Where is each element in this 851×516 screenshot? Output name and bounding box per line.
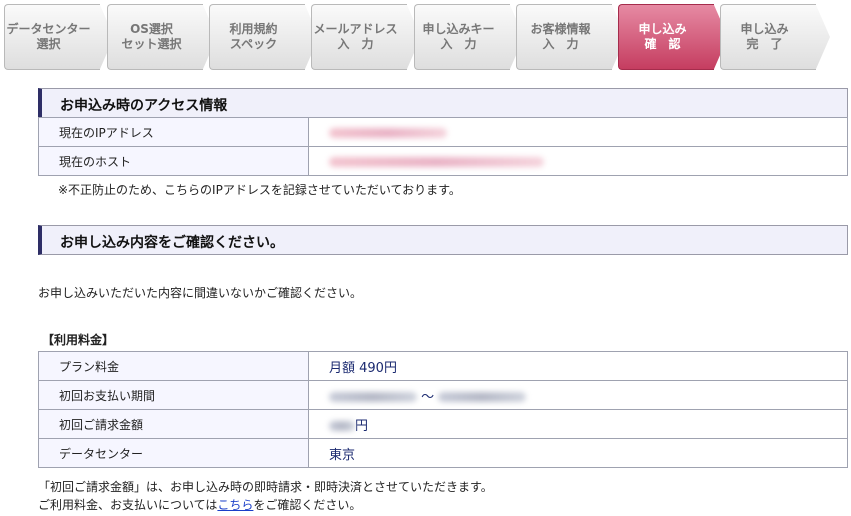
step-label: OS選択 bbox=[130, 22, 173, 36]
step-label: お客様情報 bbox=[530, 22, 591, 36]
step-os: OS選択 セット選択 bbox=[107, 4, 203, 70]
step-label: メールアドレス bbox=[313, 22, 398, 36]
step-label: 入 力 bbox=[542, 37, 579, 51]
plan-value: 月額 490円 bbox=[308, 351, 848, 381]
step-label: スペック bbox=[229, 37, 278, 51]
step-email: メールアドレス 入 力 bbox=[311, 4, 407, 70]
confirm-intro: お申し込みいただいた内容に間違いないかご確認ください。 bbox=[38, 286, 363, 300]
ip-record-note: ※不正防止のため、こちらのIPアドレスを記録させていただいております。 bbox=[58, 183, 461, 197]
step-label: セット選択 bbox=[121, 37, 182, 51]
step-label: 完 了 bbox=[746, 37, 783, 51]
period-label: 初回お支払い期間 bbox=[38, 380, 309, 410]
step-label: 入 力 bbox=[440, 37, 477, 51]
period-value: 〜 bbox=[308, 380, 848, 410]
host-label: 現在のホスト bbox=[38, 146, 309, 176]
payment-info-link[interactable]: こちら bbox=[217, 498, 253, 512]
redacted-host bbox=[329, 156, 544, 167]
period-separator: 〜 bbox=[421, 389, 435, 405]
redacted-start-date bbox=[329, 392, 417, 402]
step-terms: 利用規約 スペック bbox=[209, 4, 305, 70]
step-customer: お客様情報 入 力 bbox=[516, 4, 612, 70]
confirm-heading: お申し込み内容をご確認ください。 bbox=[38, 225, 848, 255]
ip-value bbox=[308, 117, 848, 147]
step-key: 申し込みキー 入 力 bbox=[414, 4, 510, 70]
step-confirm: 申し込み 確 認 bbox=[618, 4, 714, 70]
table-row: 現在のホスト bbox=[38, 146, 848, 176]
amount-label: 初回ご請求金額 bbox=[38, 409, 309, 439]
access-info-heading: お申込み時のアクセス情報 bbox=[38, 88, 848, 118]
step-complete: 申し込み 完 了 bbox=[720, 4, 816, 70]
redacted-amount bbox=[329, 421, 355, 431]
step-label: 選択 bbox=[36, 37, 61, 51]
payment-info-prefix: ご利用料金、お支払いについては bbox=[38, 498, 218, 512]
step-label: 入 力 bbox=[337, 37, 374, 51]
step-label: 申し込み bbox=[638, 22, 687, 36]
table-row: 初回ご請求金額 円 bbox=[38, 409, 848, 439]
access-info-table: 現在のIPアドレス 現在のホスト bbox=[38, 117, 848, 176]
amount-value: 円 bbox=[308, 409, 848, 439]
step-datacenter: データセンター 選択 bbox=[4, 4, 100, 70]
ip-label: 現在のIPアドレス bbox=[38, 117, 309, 147]
fees-table: プラン料金 月額 490円 初回お支払い期間 〜 初回ご請求金額 円 データセン… bbox=[38, 351, 848, 468]
datacenter-value: 東京 bbox=[308, 438, 848, 468]
table-row: プラン料金 月額 490円 bbox=[38, 351, 848, 381]
payment-info-suffix: をご確認ください。 bbox=[253, 498, 362, 512]
amount-unit: 円 bbox=[355, 418, 369, 434]
step-label: 利用規約 bbox=[229, 22, 278, 36]
table-row: 現在のIPアドレス bbox=[38, 117, 848, 147]
step-label: 申し込み bbox=[740, 22, 789, 36]
plan-label: プラン料金 bbox=[38, 351, 309, 381]
datacenter-label: データセンター bbox=[38, 438, 309, 468]
fees-heading: 【利用料金】 bbox=[42, 333, 115, 347]
step-label: 申し込みキー bbox=[422, 22, 495, 36]
step-label: 確 認 bbox=[644, 37, 681, 51]
table-row: データセンター 東京 bbox=[38, 438, 848, 468]
table-row: 初回お支払い期間 〜 bbox=[38, 380, 848, 410]
billing-note: 「初回ご請求金額」は、お申し込み時の即時請求・即時決済とさせていただきます。 bbox=[38, 480, 493, 494]
redacted-end-date bbox=[438, 392, 527, 402]
host-value bbox=[308, 146, 848, 176]
progress-steps: データセンター 選択 OS選択 セット選択 利用規約 スペック メールアドレス … bbox=[4, 4, 834, 70]
step-label: データセンター bbox=[6, 22, 91, 36]
redacted-ip bbox=[329, 127, 447, 138]
payment-info-note: ご利用料金、お支払いについてはこちらをご確認ください。 bbox=[38, 496, 361, 513]
